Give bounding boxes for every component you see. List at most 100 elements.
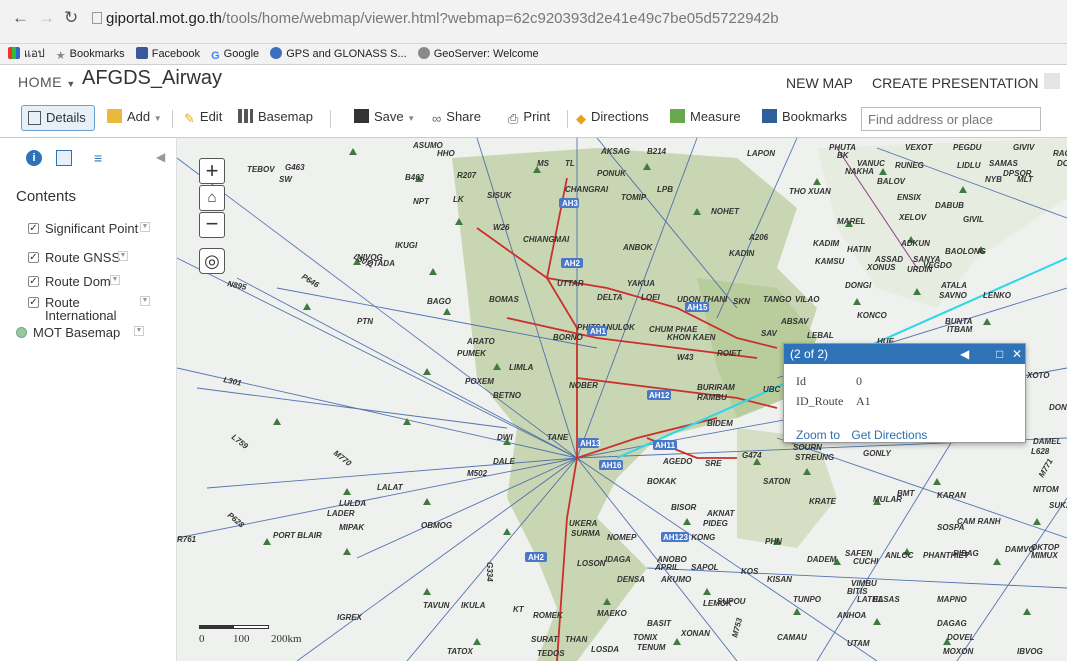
measure-button[interactable]: Measure	[670, 109, 741, 124]
map-label: ROMEK	[533, 611, 564, 620]
layer-menu-icon[interactable]: ▼	[134, 326, 144, 336]
map-label: ANBOK	[622, 243, 654, 252]
layer-checkbox[interactable]: ✓	[28, 297, 39, 308]
apps-icon	[8, 47, 20, 59]
map-label: KAMSU	[815, 257, 845, 266]
forward-icon[interactable]: →	[38, 8, 55, 28]
layer-checkbox[interactable]: ✓	[28, 252, 39, 263]
map-label: ANLOC	[884, 551, 914, 560]
add-button[interactable]: Add ▼	[107, 109, 162, 124]
new-map-link[interactable]: NEW MAP	[786, 75, 853, 91]
map-label: KADIN	[729, 249, 755, 258]
close-icon[interactable]: ✕	[1012, 344, 1022, 364]
layer-menu-icon[interactable]: ▼	[110, 275, 120, 285]
bookmark-apps[interactable]: แอป	[8, 44, 45, 64]
map-label: XONUS	[866, 263, 896, 272]
zoom-out-button[interactable]: −	[199, 212, 225, 238]
print-button[interactable]: ⎙ Print	[508, 109, 550, 126]
map-label: ANHOA	[836, 611, 867, 620]
layer-route-international[interactable]: ✓ Route International ▼	[28, 296, 150, 322]
zoom-to-link[interactable]: Zoom to	[796, 428, 840, 442]
basemap-button[interactable]: Basemap	[238, 109, 313, 124]
edit-button[interactable]: ✎ Edit	[184, 109, 222, 126]
details-icon	[28, 111, 41, 125]
about-icon[interactable]: i	[26, 150, 42, 166]
search-input[interactable]	[861, 107, 1041, 131]
bookmark-facebook[interactable]: Facebook	[135, 44, 200, 64]
map-label: TATOX	[447, 647, 473, 656]
map-label: VILAO	[795, 295, 820, 304]
create-presentation-link[interactable]: CREATE PRESENTATION	[872, 75, 1038, 91]
home-menu[interactable]: HOME ▼	[18, 74, 76, 90]
layer-route-dom[interactable]: ✓ Route Dom ▼	[28, 275, 141, 288]
app-header: HOME ▼ AFGDS_Airway NEW MAP CREATE PRESE…	[0, 65, 1067, 99]
map-label: GIVIV	[1013, 143, 1035, 152]
layer-menu-icon[interactable]: ▼	[140, 222, 150, 232]
map-label: DOVEL	[947, 633, 975, 642]
map-label: KONCO	[857, 311, 888, 320]
shield-ah1: AH1	[587, 326, 607, 336]
layer-checkbox[interactable]: ✓	[28, 276, 39, 287]
map-label: PONUK	[597, 169, 627, 178]
layer-menu-icon[interactable]: ▼	[118, 251, 128, 261]
map-label: RIBAG	[953, 549, 979, 558]
layer-significant-point[interactable]: ✓ Significant Point ▼	[28, 222, 150, 235]
popup-actions: Zoom to Get Directions	[796, 428, 935, 442]
directions-button[interactable]: ◆ Directions	[576, 109, 649, 126]
map-label: OBMOG	[421, 521, 452, 530]
map-label: KOS	[741, 567, 759, 576]
bookmarks-button[interactable]: Bookmarks	[762, 109, 847, 124]
map-label: LAPON	[747, 149, 775, 158]
map-label: TENUM	[637, 643, 666, 652]
map-label: LOSON	[577, 559, 606, 568]
map-label: HHO	[437, 149, 456, 158]
svg-text:AH1: AH1	[590, 327, 607, 336]
layer-mot-basemap[interactable]: MOT Basemap ▼	[16, 326, 144, 339]
basemap-icon	[238, 109, 253, 123]
map-label: MAREL	[837, 217, 866, 226]
collapse-panel-icon[interactable]: ◀	[156, 150, 172, 166]
map-label: CAM RANH	[957, 517, 1001, 526]
share-button[interactable]: ∞ Share	[432, 109, 481, 126]
layer-menu-icon[interactable]: ▼	[140, 296, 150, 306]
map-label: BAOLONG	[945, 247, 986, 256]
maximize-icon[interactable]: □	[996, 344, 1003, 364]
map-label: RAC	[1053, 149, 1067, 158]
layer-route-gnss[interactable]: ✓ Route GNSS ▼	[28, 251, 141, 264]
address-bar[interactable]: giportal.mot.go.th/tools/home/webmap/vie…	[92, 7, 1052, 31]
map-label: ELSAS	[873, 595, 900, 604]
contents-tab-icon[interactable]	[56, 150, 72, 166]
get-directions-link[interactable]: Get Directions	[851, 428, 927, 442]
layer-checkbox[interactable]: ✓	[28, 223, 39, 234]
map-label: HATIN	[847, 245, 871, 254]
home-extent-icon[interactable]: ⌂	[199, 185, 225, 211]
map-label: N895	[227, 279, 248, 292]
bookmark-gps[interactable]: GPS and GLONASS S...	[270, 44, 407, 64]
bookmark-geoserver[interactable]: GeoServer: Welcome	[417, 44, 539, 64]
save-button[interactable]: Save ▼	[354, 109, 415, 124]
bookmark-google[interactable]: G Google	[211, 44, 259, 64]
user-icon[interactable]	[1044, 73, 1060, 89]
map-label: G334	[485, 562, 494, 582]
svg-text:AH15: AH15	[687, 303, 708, 312]
svg-text:AH11: AH11	[655, 441, 676, 450]
map-label: TONIX	[633, 633, 658, 642]
previous-feature-icon[interactable]: ◀	[960, 344, 969, 364]
map-label: BORNO	[553, 333, 584, 342]
locate-icon[interactable]: ◎	[199, 248, 225, 274]
reload-icon[interactable]: ↻	[64, 8, 78, 28]
map-label: BOKAK	[647, 477, 678, 486]
map-label: KHON KAEN	[667, 333, 716, 342]
map-label: MAEKO	[597, 609, 628, 618]
legend-icon[interactable]: ≡	[94, 150, 110, 166]
map-label: DALE	[493, 457, 515, 466]
back-icon[interactable]: ←	[12, 8, 29, 28]
bookmark-bookmarks[interactable]: ★ Bookmarks	[56, 44, 125, 64]
details-button[interactable]: Details	[21, 105, 95, 131]
chevron-down-icon: ▼	[66, 79, 76, 89]
map-label: KADIM	[813, 239, 840, 248]
map-label: L628	[1031, 447, 1050, 456]
map-label: LEBAL	[807, 331, 834, 340]
zoom-in-button[interactable]: +	[199, 158, 225, 184]
map-label: GIVIL	[963, 215, 984, 224]
